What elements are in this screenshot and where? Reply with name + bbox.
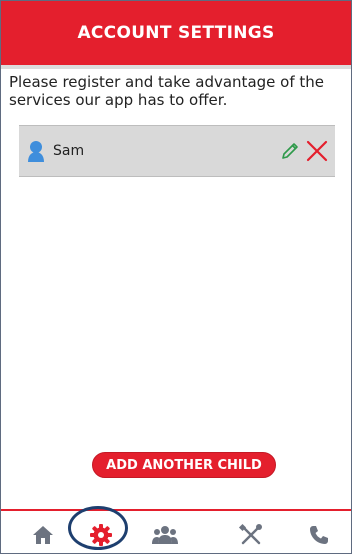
add-another-child-button[interactable]: ADD ANOTHER CHILD — [92, 452, 276, 478]
group-icon[interactable] — [151, 521, 179, 549]
phone-icon[interactable] — [305, 521, 333, 549]
child-row[interactable]: Sam — [19, 125, 335, 177]
bottom-nav — [1, 511, 351, 553]
app-screen: ACCOUNT SETTINGS Please register and tak… — [0, 0, 352, 554]
tools-icon[interactable] — [237, 521, 265, 549]
active-tab-highlight-ring — [68, 506, 128, 550]
delete-x-icon[interactable] — [305, 139, 329, 163]
page-title: ACCOUNT SETTINGS — [77, 23, 275, 43]
child-avatar-icon — [25, 140, 47, 162]
home-icon[interactable] — [29, 521, 57, 549]
edit-pencil-icon[interactable] — [279, 140, 301, 162]
header-bar: ACCOUNT SETTINGS — [1, 1, 351, 65]
intro-text: Please register and take advantage of th… — [9, 73, 324, 109]
child-name: Sam — [53, 143, 85, 159]
header-divider — [1, 65, 351, 69]
